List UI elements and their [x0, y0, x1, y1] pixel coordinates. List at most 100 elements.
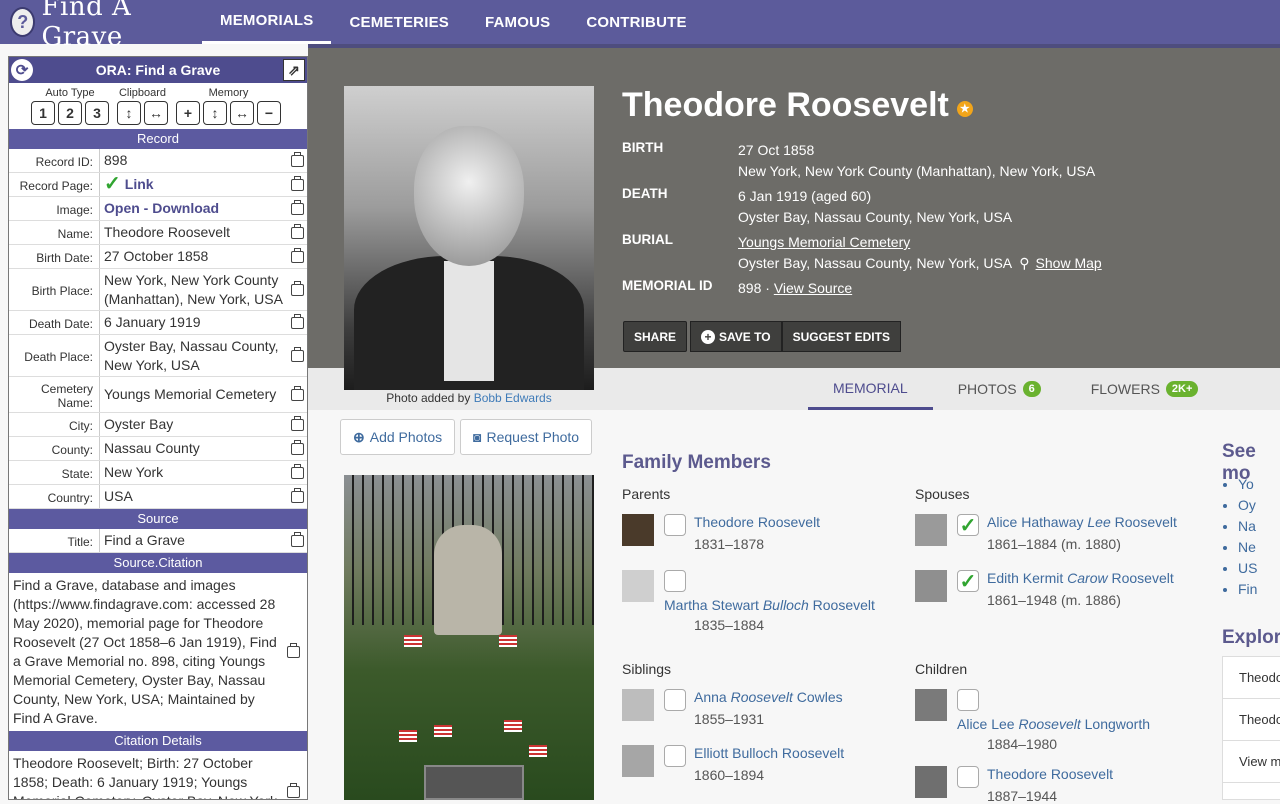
- family-member: Theodore Roosevelt 1831–1878: [622, 514, 820, 552]
- copy-icon[interactable]: [287, 269, 307, 310]
- member-checkbox[interactable]: [957, 766, 979, 788]
- member-photo[interactable]: [622, 689, 654, 721]
- field-value: New York, New York County (Manhattan), N…: [104, 271, 283, 307]
- popout-icon[interactable]: ⇗: [283, 59, 305, 81]
- copy-icon[interactable]: [287, 437, 307, 460]
- see-more-link[interactable]: Fin: [1238, 579, 1257, 600]
- auto-type-label: Auto Type: [45, 87, 95, 99]
- memory-vertical-icon[interactable]: ↕: [203, 101, 227, 125]
- see-more-link[interactable]: Ne: [1238, 537, 1257, 558]
- member-name-link[interactable]: Anna Roosevelt Cowles: [694, 689, 843, 705]
- record-page-link[interactable]: Link: [125, 175, 154, 194]
- field-label: Birth Date:: [9, 245, 100, 268]
- copy-icon[interactable]: [287, 149, 307, 172]
- image-open-download-link[interactable]: Open - Download: [104, 199, 219, 218]
- photo-contributor-link[interactable]: Bobb Edwards: [474, 391, 552, 405]
- tab-flowers[interactable]: FLOWERS 2K+: [1066, 368, 1224, 410]
- memory-minus-icon[interactable]: −: [257, 101, 281, 125]
- field-name: Name: Theodore Roosevelt: [9, 221, 307, 245]
- tab-memorial[interactable]: MEMORIAL: [808, 368, 933, 410]
- copy-icon[interactable]: [287, 173, 307, 196]
- burial-cemetery-link[interactable]: Youngs Memorial Cemetery: [738, 234, 910, 250]
- see-more-link[interactable]: Na: [1238, 516, 1257, 537]
- copy-icon[interactable]: [283, 754, 303, 799]
- ora-header: ⟳ ORA: Find a Grave ⇗: [9, 57, 307, 83]
- share-button[interactable]: SHARE: [623, 321, 688, 352]
- member-photo[interactable]: [915, 689, 947, 721]
- member-name-link[interactable]: Edith Kermit Carow Roosevelt: [987, 570, 1174, 586]
- copy-icon[interactable]: [287, 377, 307, 412]
- famous-star-icon: ★: [956, 100, 973, 117]
- field-title: Title: Find a Grave: [9, 529, 307, 553]
- see-more-link[interactable]: Oy: [1238, 495, 1257, 516]
- show-map-link[interactable]: Show Map: [1036, 255, 1102, 271]
- member-checkbox[interactable]: [664, 514, 686, 536]
- see-more-link[interactable]: Yo: [1238, 474, 1257, 495]
- field-label: Name:: [9, 221, 100, 244]
- member-photo[interactable]: [622, 570, 654, 602]
- member-name-link[interactable]: Theodore Roosevelt: [694, 514, 820, 530]
- death-label: DEATH: [622, 186, 668, 201]
- clipboard-horizontal-icon[interactable]: ↔: [144, 101, 168, 125]
- copy-icon[interactable]: [287, 335, 307, 376]
- memory-add-icon[interactable]: +: [176, 101, 200, 125]
- member-name-link[interactable]: Elliott Bulloch Roosevelt: [694, 745, 844, 761]
- birth-date: 27 Oct 1858: [738, 142, 815, 158]
- find-a-grave-logo[interactable]: ? Find A Grave: [10, 0, 190, 52]
- clipboard-vertical-icon[interactable]: ↕: [117, 101, 141, 125]
- copy-icon[interactable]: [287, 485, 307, 508]
- copy-icon[interactable]: [283, 576, 303, 728]
- member-photo[interactable]: [915, 514, 947, 546]
- member-name-link[interactable]: Martha Stewart Bulloch Roosevelt: [664, 597, 875, 613]
- member-checkbox[interactable]: [957, 689, 979, 711]
- auto-type-3-button[interactable]: 3: [85, 101, 109, 125]
- children-heading: Children: [915, 661, 968, 677]
- copy-icon[interactable]: [287, 311, 307, 334]
- nav-memorials[interactable]: MEMORIALS: [202, 0, 332, 44]
- view-source-link[interactable]: View Source: [774, 280, 852, 296]
- request-photo-button[interactable]: ◙ Request Photo: [460, 419, 593, 455]
- auto-type-1-button[interactable]: 1: [31, 101, 55, 125]
- member-photo[interactable]: [622, 745, 654, 777]
- member-checkbox[interactable]: [664, 689, 686, 711]
- memory-horizontal-icon[interactable]: ↔: [230, 101, 254, 125]
- family-member: Elliott Bulloch Roosevelt 1860–1894: [622, 745, 844, 783]
- copy-icon[interactable]: [287, 197, 307, 220]
- copy-icon[interactable]: [287, 221, 307, 244]
- member-photo[interactable]: [915, 766, 947, 798]
- photos-count-badge: 6: [1022, 381, 1041, 397]
- member-checkbox[interactable]: [664, 570, 686, 592]
- see-more-link[interactable]: US: [1238, 558, 1257, 579]
- member-name-link[interactable]: Alice Hathaway Lee Roosevelt: [987, 514, 1177, 530]
- member-checkbox-checked[interactable]: ✓: [957, 570, 979, 593]
- explore-item[interactable]: View m: [1223, 741, 1280, 783]
- member-photo[interactable]: [915, 570, 947, 602]
- copy-icon[interactable]: [287, 461, 307, 484]
- nav-contribute[interactable]: CONTRIBUTE: [568, 0, 704, 44]
- field-value: Oyster Bay, Nassau County, New York, USA: [104, 337, 279, 373]
- copy-icon[interactable]: [287, 413, 307, 436]
- refresh-icon[interactable]: ⟳: [11, 59, 33, 81]
- save-to-button[interactable]: + SAVE TO: [690, 321, 782, 352]
- nav-cemeteries[interactable]: CEMETERIES: [331, 0, 467, 44]
- member-checkbox-checked[interactable]: ✓: [957, 514, 979, 537]
- explore-item[interactable]: Theodo: [1223, 657, 1280, 699]
- member-name-link[interactable]: Theodore Roosevelt: [987, 766, 1113, 782]
- nav-famous[interactable]: FAMOUS: [467, 0, 568, 44]
- family-member: Martha Stewart Bulloch Roosevelt 1835–18…: [622, 570, 902, 640]
- member-name-link[interactable]: Alice Lee Roosevelt Longworth: [957, 716, 1150, 732]
- copy-icon[interactable]: [287, 529, 307, 552]
- memorial-actions: SHARE + SAVE TO SUGGEST EDITS: [623, 321, 901, 352]
- auto-type-2-button[interactable]: 2: [58, 101, 82, 125]
- member-dates: 1831–1878: [694, 536, 765, 552]
- memorial-id-value: 898 ·: [738, 280, 770, 296]
- copy-icon[interactable]: [287, 245, 307, 268]
- grave-photo[interactable]: [344, 475, 594, 800]
- tab-photos[interactable]: PHOTOS 6: [933, 368, 1066, 410]
- memorial-portrait-photo[interactable]: [344, 86, 594, 390]
- add-photos-button[interactable]: ⊕ Add Photos: [340, 419, 456, 455]
- suggest-edits-button[interactable]: SUGGEST EDITS: [781, 321, 901, 352]
- explore-item[interactable]: Theodo: [1223, 699, 1280, 741]
- member-photo[interactable]: [622, 514, 654, 546]
- member-checkbox[interactable]: [664, 745, 686, 767]
